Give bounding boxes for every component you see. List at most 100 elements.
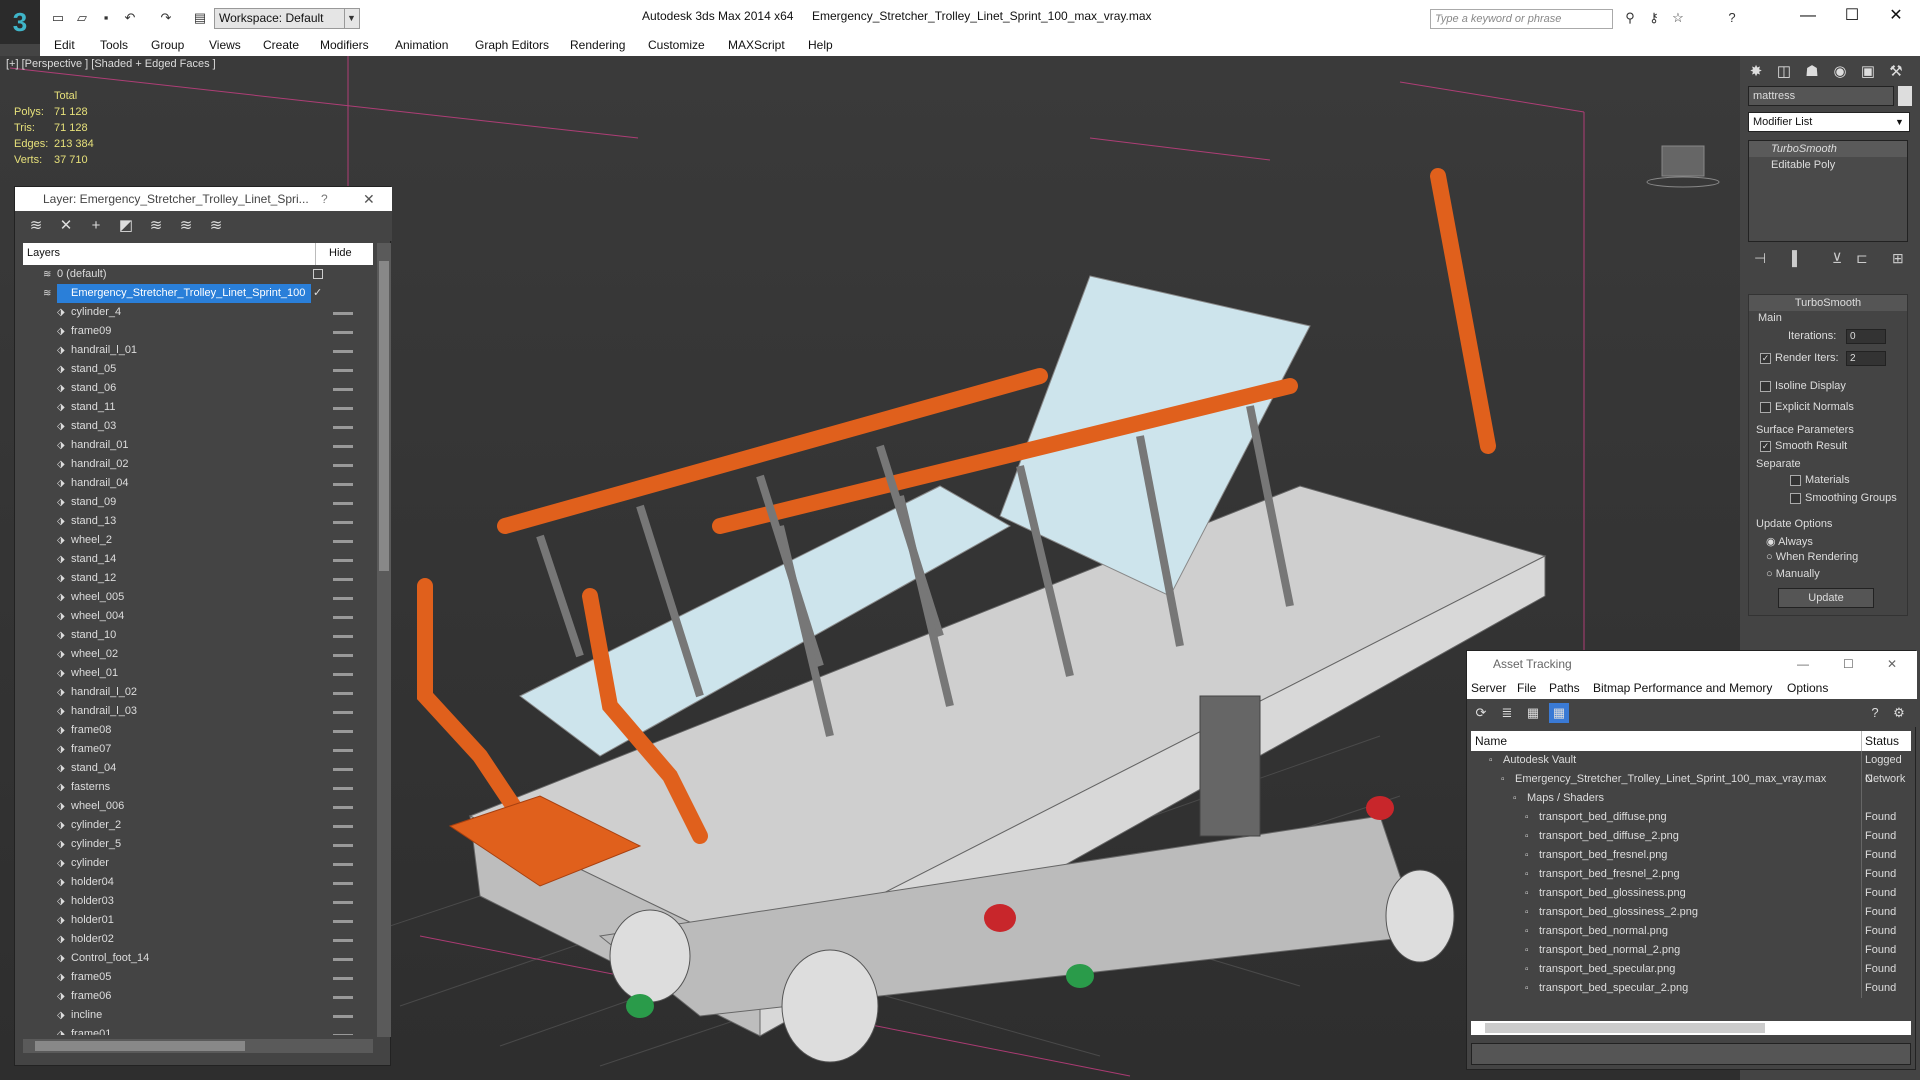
- project-folder-icon[interactable]: ▤: [190, 8, 210, 28]
- list-item[interactable]: ⬗ stand_13 ▬▬: [23, 512, 373, 531]
- menu-paths[interactable]: Paths: [1549, 681, 1580, 695]
- list-item[interactable]: ⬗ wheel_005 ▬▬: [23, 588, 373, 607]
- menu-edit[interactable]: Edit: [54, 38, 75, 52]
- hide-toggle[interactable]: ▬▬: [333, 360, 353, 379]
- list-item[interactable]: ⬗ holder03 ▬▬: [23, 892, 373, 911]
- layer-stack-icon[interactable]: ≋: [25, 215, 47, 237]
- list-item[interactable]: ≋ 0 (default): [23, 265, 373, 284]
- maximize-button[interactable]: ☐: [1832, 4, 1872, 28]
- list-item[interactable]: ⬗ stand_14 ▬▬: [23, 550, 373, 569]
- manually-radio[interactable]: ○: [1766, 568, 1776, 580]
- close-icon[interactable]: ✕: [1887, 651, 1897, 677]
- menu-bitmap-performance[interactable]: Bitmap Performance and Memory: [1593, 681, 1772, 695]
- hide-toggle[interactable]: ▬▬: [333, 550, 353, 569]
- help-icon[interactable]: ?: [1865, 703, 1885, 723]
- list-item[interactable]: ⬗ frame05 ▬▬: [23, 968, 373, 987]
- materials-checkbox[interactable]: [1790, 474, 1801, 486]
- hide-toggle[interactable]: ▬▬: [333, 816, 353, 835]
- hierarchy-tab-icon[interactable]: ☗: [1800, 62, 1824, 84]
- render-iters-spinner[interactable]: 2: [1846, 351, 1886, 366]
- hide-toggle[interactable]: ▬▬: [333, 417, 353, 436]
- search-input[interactable]: Type a keyword or phrase: [1430, 9, 1613, 29]
- utilities-tab-icon[interactable]: ⚒: [1884, 62, 1908, 84]
- maximize-icon[interactable]: ☐: [1843, 651, 1854, 677]
- hide-toggle[interactable]: ▬▬: [333, 626, 353, 645]
- list-item[interactable]: ⬗ stand_12 ▬▬: [23, 569, 373, 588]
- layer-hscrollbar[interactable]: [23, 1039, 373, 1053]
- hide-all-layers-icon[interactable]: ≋: [175, 215, 197, 237]
- display-tab-icon[interactable]: ▣: [1856, 62, 1880, 84]
- list-item[interactable]: ⬗ cylinder_2 ▬▬: [23, 816, 373, 835]
- list-item[interactable]: ⬗ incline ▬▬: [23, 1006, 373, 1025]
- list-item[interactable]: ⬗ stand_04 ▬▬: [23, 759, 373, 778]
- hide-toggle[interactable]: ▬▬: [333, 797, 353, 816]
- layer-scrollbar[interactable]: [377, 243, 391, 1037]
- list-item[interactable]: ⬗ handrail_l_03 ▬▬: [23, 702, 373, 721]
- open-file-icon[interactable]: ▱: [72, 8, 92, 28]
- select-objects-icon[interactable]: ◩: [115, 215, 137, 237]
- save-icon[interactable]: ▪: [96, 8, 116, 28]
- menu-create[interactable]: Create: [263, 38, 299, 52]
- list-item[interactable]: ⬗ frame01 ▬▬: [23, 1025, 373, 1035]
- pin-stack-icon[interactable]: ⊣: [1754, 250, 1766, 267]
- list-item[interactable]: ⬗ cylinder_5 ▬▬: [23, 835, 373, 854]
- hide-toggle[interactable]: ▬▬: [333, 588, 353, 607]
- hide-toggle[interactable]: ▬▬: [333, 949, 353, 968]
- object-color-swatch[interactable]: [1898, 86, 1912, 106]
- help-icon[interactable]: ?: [321, 187, 328, 211]
- table-row[interactable]: Autodesk Vault ▫ Logged C: [1471, 751, 1911, 785]
- table-row[interactable]: transport_bed_normal_2.png ▫ Found: [1471, 941, 1911, 960]
- hide-toggle[interactable]: ▬▬: [333, 683, 353, 702]
- key-icon[interactable]: ⚷: [1644, 8, 1664, 28]
- table-view-icon[interactable]: ▦: [1523, 703, 1543, 723]
- list-item-selected[interactable]: ≋ Emergency_Stretcher_Trolley_Linet_Spri…: [23, 284, 373, 303]
- status-column-header[interactable]: Status: [1865, 734, 1899, 748]
- list-item[interactable]: ⬗ stand_11 ▬▬: [23, 398, 373, 417]
- hide-toggle[interactable]: ▬▬: [333, 854, 353, 873]
- make-unique-icon[interactable]: ⊻: [1832, 250, 1842, 267]
- isoline-checkbox[interactable]: [1760, 380, 1771, 392]
- list-item[interactable]: ⬗ frame09 ▬▬: [23, 322, 373, 341]
- table-row[interactable]: transport_bed_glossiness_2.png ▫ Found: [1471, 903, 1911, 922]
- list-item[interactable]: ⬗ stand_09 ▬▬: [23, 493, 373, 512]
- new-file-icon[interactable]: ▭: [48, 8, 68, 28]
- hide-toggle[interactable]: ▬▬: [333, 322, 353, 341]
- list-item[interactable]: ⬗ stand_05 ▬▬: [23, 360, 373, 379]
- hide-toggle[interactable]: ▬▬: [333, 873, 353, 892]
- hide-toggle[interactable]: ▬▬: [333, 968, 353, 987]
- list-item[interactable]: ⬗ handrail_01 ▬▬: [23, 436, 373, 455]
- list-item[interactable]: ⬗ stand_06 ▬▬: [23, 379, 373, 398]
- table-row[interactable]: Emergency_Stretcher_Trolley_Linet_Sprint…: [1471, 770, 1911, 789]
- list-item[interactable]: ⬗ handrail_04 ▬▬: [23, 474, 373, 493]
- list-item[interactable]: ⬗ wheel_2 ▬▬: [23, 531, 373, 550]
- table-row[interactable]: transport_bed_diffuse_2.png ▫ Found: [1471, 827, 1911, 846]
- add-layer-icon[interactable]: +: [85, 215, 107, 237]
- hide-toggle[interactable]: ▬▬: [333, 664, 353, 683]
- hide-toggle[interactable]: ▬▬: [333, 531, 353, 550]
- menu-modifiers[interactable]: Modifiers: [320, 38, 369, 52]
- hide-toggle[interactable]: ▬▬: [333, 341, 353, 360]
- always-radio[interactable]: ◉: [1766, 536, 1778, 548]
- help-icon[interactable]: ?: [1722, 8, 1742, 28]
- asset-hscrollbar[interactable]: [1471, 1021, 1911, 1035]
- hide-toggle[interactable]: ▬▬: [333, 569, 353, 588]
- list-item[interactable]: ⬗ frame08 ▬▬: [23, 721, 373, 740]
- menu-maxscript[interactable]: MAXScript: [728, 38, 785, 52]
- hide-toggle[interactable]: ▬▬: [333, 759, 353, 778]
- hide-toggle[interactable]: ▬▬: [333, 379, 353, 398]
- star-icon[interactable]: ☆: [1668, 8, 1688, 28]
- close-icon[interactable]: ✕: [363, 187, 375, 211]
- smoothing-groups-checkbox[interactable]: [1790, 492, 1801, 504]
- menu-group[interactable]: Group: [151, 38, 184, 52]
- viewport-label[interactable]: [+] [Perspective ] [Shaded + Edged Faces…: [6, 58, 216, 70]
- menu-views[interactable]: Views: [209, 38, 241, 52]
- menu-animation[interactable]: Animation: [395, 38, 448, 52]
- smooth-result-checkbox[interactable]: ✓: [1760, 440, 1771, 452]
- menu-file[interactable]: File: [1517, 681, 1536, 695]
- list-item[interactable]: ⬗ cylinder ▬▬: [23, 854, 373, 873]
- list-item[interactable]: ⬗ stand_10 ▬▬: [23, 626, 373, 645]
- hide-toggle[interactable]: ▬▬: [333, 398, 353, 417]
- table-row[interactable]: transport_bed_specular.png ▫ Found: [1471, 960, 1911, 979]
- workspace-selector[interactable]: Workspace: Default: [214, 8, 360, 29]
- table-row[interactable]: transport_bed_specular_2.png ▫ Found: [1471, 979, 1911, 998]
